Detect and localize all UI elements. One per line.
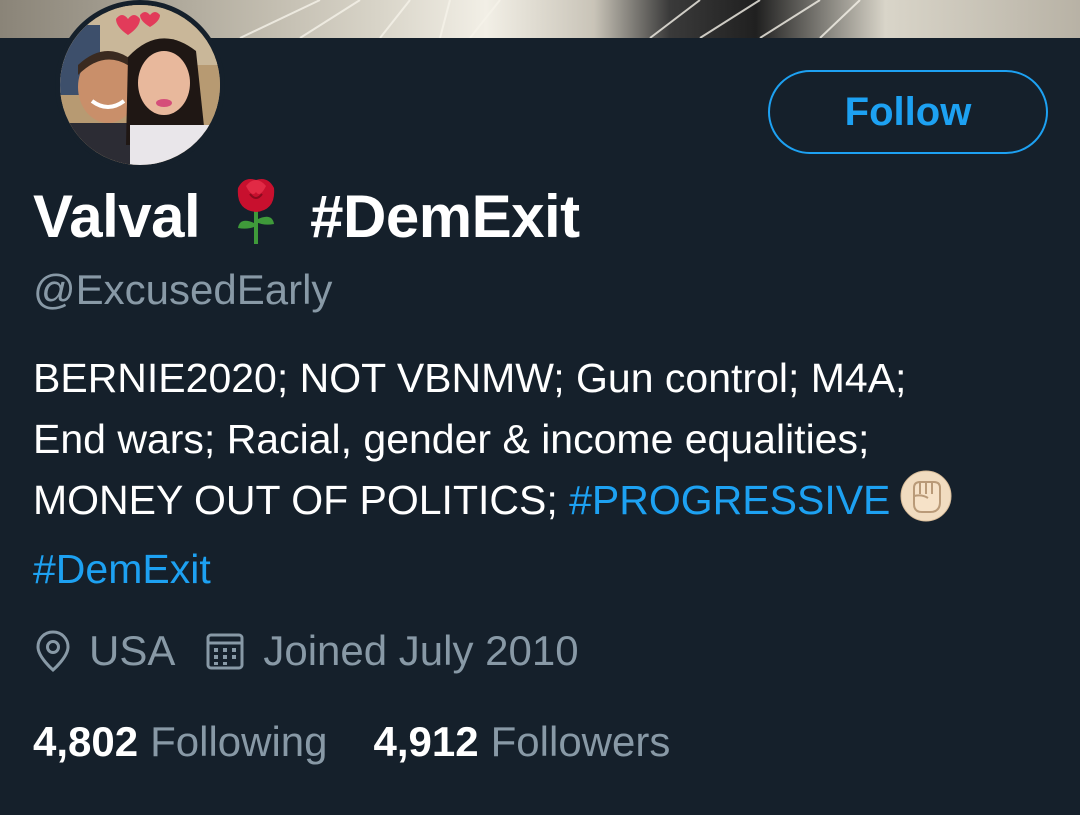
bio-line: End wars; Racial, gender & income equali… — [33, 416, 870, 462]
profile-handle: @ExcusedEarly — [33, 266, 333, 313]
profile-stats: 4,802 Following 4,912 Followers — [33, 712, 670, 772]
location-text: USA — [89, 627, 176, 674]
bio-line: BERNIE2020; NOT VBNMW; Gun control; M4A; — [33, 355, 907, 401]
name-hashtag: #DemExit — [310, 182, 580, 250]
hashtag-progressive-link[interactable]: #PROGRESSIVE — [569, 477, 890, 523]
followers-link[interactable]: 4,912 Followers — [374, 718, 671, 766]
following-label: Following — [150, 718, 328, 765]
hashtag-demexit-link[interactable]: #DemExit — [33, 539, 1053, 600]
profile-avatar[interactable] — [55, 0, 225, 170]
bio-text: MONEY OUT OF POLITICS; — [33, 477, 570, 523]
rose-icon — [232, 172, 280, 260]
following-link[interactable]: 4,802 Following — [33, 718, 328, 766]
raised-fist-icon — [900, 470, 952, 539]
profile-name: Valval #DemExit — [33, 176, 580, 256]
followers-count: 4,912 — [373, 718, 479, 765]
bio-line: MONEY OUT OF POLITICS; #PROGRESSIVE — [33, 470, 1053, 539]
followers-label: Followers — [490, 718, 671, 765]
calendar-icon — [205, 631, 245, 671]
follow-button[interactable]: Follow — [768, 70, 1048, 154]
location-pin-icon — [35, 629, 71, 673]
profile-bio: BERNIE2020; NOT VBNMW; Gun control; M4A;… — [33, 348, 1053, 600]
joined-text: Joined July 2010 — [263, 627, 579, 674]
display-name: Valval — [33, 182, 201, 250]
profile-meta: USA Joined July 2010 — [35, 622, 579, 680]
following-count: 4,802 — [33, 718, 139, 765]
